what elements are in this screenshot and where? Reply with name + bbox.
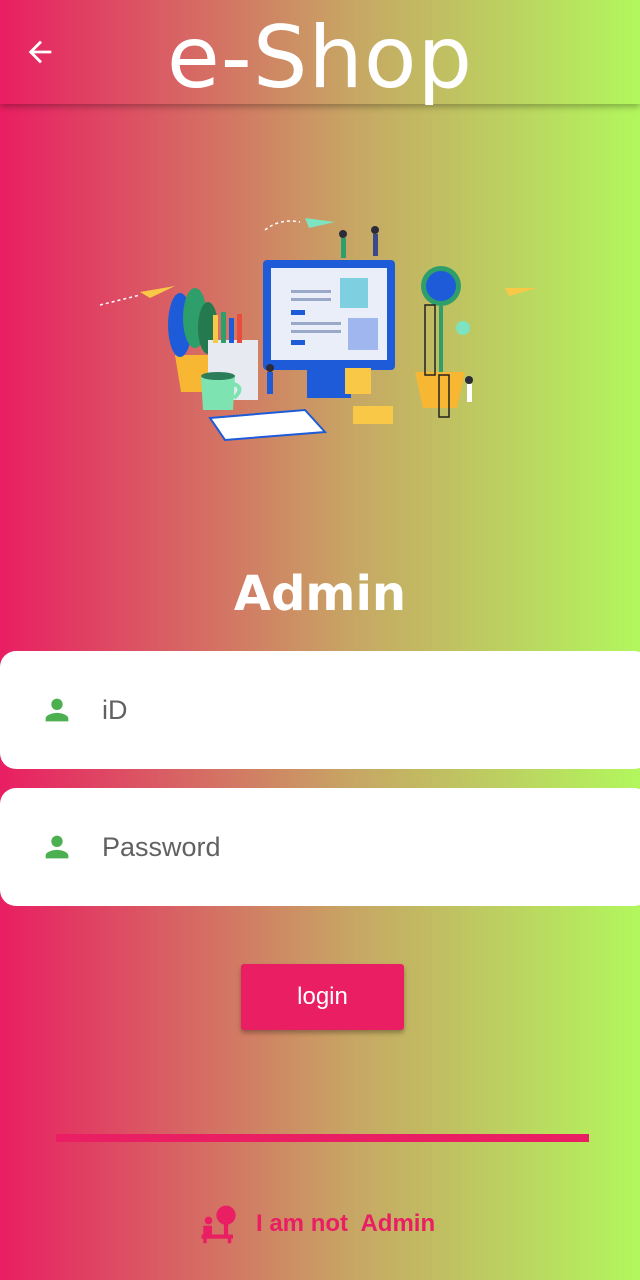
workspace-illustration: [99, 218, 537, 442]
not-admin-label: I am not Admin: [256, 1210, 436, 1237]
person-desk-icon: [201, 1205, 236, 1244]
divider: [56, 1134, 589, 1142]
password-field-placeholder: Password: [102, 831, 221, 862]
login-button[interactable]: login: [241, 964, 404, 1030]
id-field[interactable]: iD: [0, 651, 640, 769]
app-title: e-Shop: [166, 8, 474, 108]
person-icon: [45, 835, 69, 859]
page-title: Admin: [233, 566, 407, 622]
not-admin-link[interactable]: I am not Admin: [198, 1200, 435, 1248]
id-field-placeholder: iD: [102, 694, 128, 725]
app-bar: e-Shop: [0, 0, 640, 108]
person-icon: [45, 698, 69, 722]
password-field[interactable]: Password: [0, 788, 640, 906]
